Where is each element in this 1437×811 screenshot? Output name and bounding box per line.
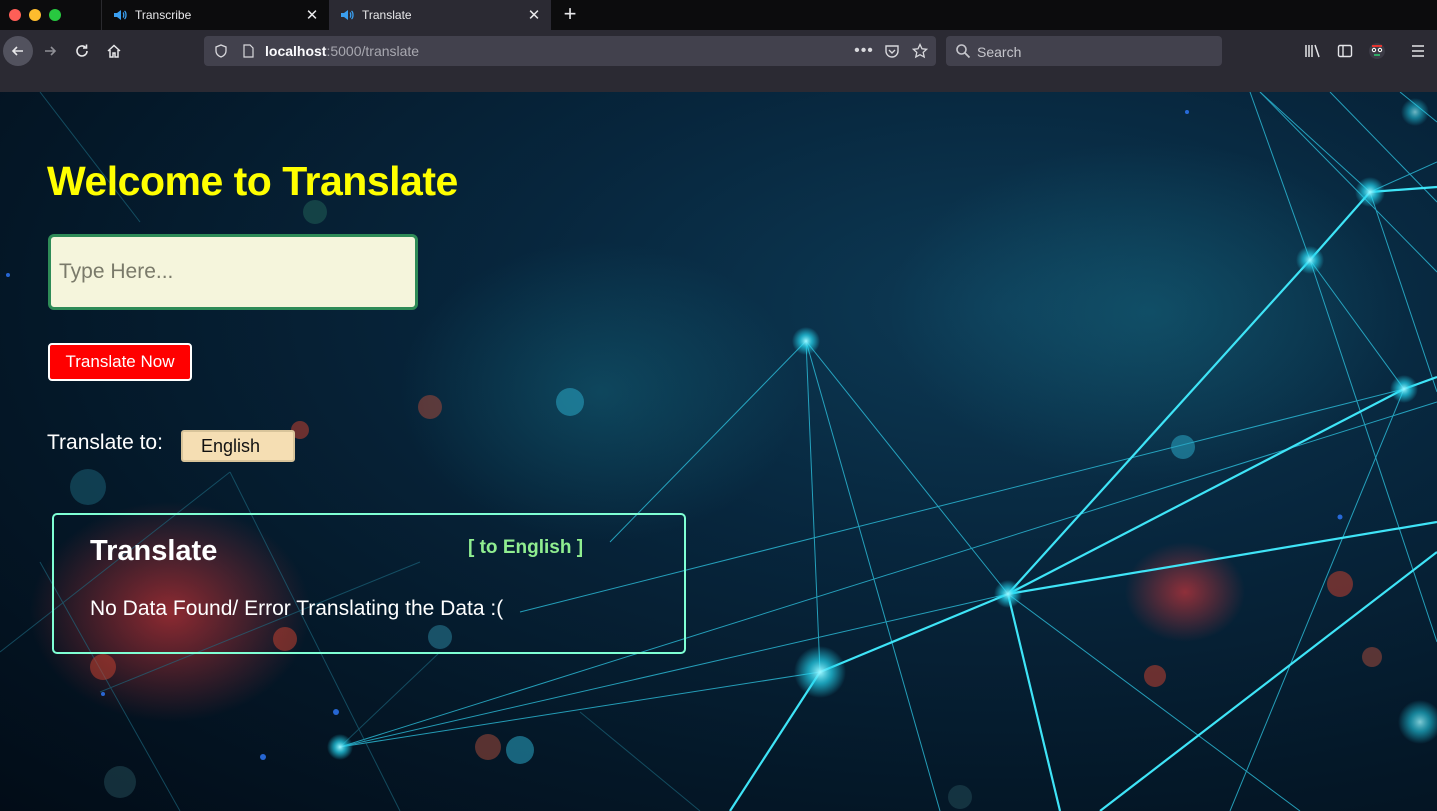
sidebar-icon[interactable] <box>1335 41 1355 61</box>
speaker-icon <box>339 7 355 23</box>
shield-icon[interactable] <box>213 43 229 59</box>
result-card: Translate [ to English ] No Data Found/ … <box>52 513 686 654</box>
url-path: :5000/translate <box>326 43 420 59</box>
reload-icon[interactable] <box>67 36 97 66</box>
close-icon[interactable]: ✕ <box>302 6 322 24</box>
page-content: Welcome to Translate Translate Now Trans… <box>0 92 1437 811</box>
menu-icon[interactable] <box>1408 41 1428 61</box>
speaker-icon <box>112 7 128 23</box>
account-icon[interactable] <box>1367 41 1387 61</box>
result-message: No Data Found/ Error Translating the Dat… <box>90 597 504 620</box>
star-icon[interactable] <box>912 43 928 59</box>
tab-translate[interactable]: Translate ✕ <box>329 0 551 30</box>
url-host: localhost <box>265 43 327 59</box>
back-arrow-icon[interactable] <box>3 36 33 66</box>
forward-arrow-icon[interactable] <box>35 36 65 66</box>
search-icon <box>955 43 971 64</box>
pocket-icon[interactable] <box>884 43 900 59</box>
result-title: Translate <box>90 535 218 567</box>
language-select-value: English <box>201 436 261 456</box>
tab-label: Translate <box>362 8 412 22</box>
url-text[interactable]: localhost:5000/translate <box>265 43 419 59</box>
search-bar[interactable]: Search <box>946 36 1222 66</box>
tab-transcribe[interactable]: Transcribe ✕ <box>101 0 329 30</box>
minimize-window-button[interactable] <box>29 9 41 21</box>
page-title: Welcome to Translate <box>47 158 458 204</box>
result-target-language: [ to English ] <box>468 537 584 558</box>
page-icon <box>240 43 256 59</box>
address-bar[interactable]: localhost:5000/translate ••• <box>204 36 936 66</box>
plus-icon[interactable]: + <box>560 3 580 27</box>
navigation-toolbar: localhost:5000/translate ••• Search <box>0 30 1437 93</box>
search-placeholder: Search <box>977 44 1022 60</box>
translate-to-label: Translate to: <box>47 431 163 454</box>
tab-label: Transcribe <box>135 8 192 22</box>
tab-strip: Transcribe ✕ Translate ✕ + <box>0 0 1437 30</box>
zoom-window-button[interactable] <box>49 9 61 21</box>
language-select[interactable]: English <box>181 430 295 462</box>
library-icon[interactable] <box>1303 41 1323 61</box>
translate-now-button[interactable]: Translate Now <box>48 343 192 381</box>
close-icon[interactable]: ✕ <box>524 6 544 24</box>
home-icon[interactable] <box>99 36 129 66</box>
close-window-button[interactable] <box>9 9 21 21</box>
more-dots-icon[interactable]: ••• <box>854 42 873 59</box>
text-input[interactable] <box>48 234 418 310</box>
